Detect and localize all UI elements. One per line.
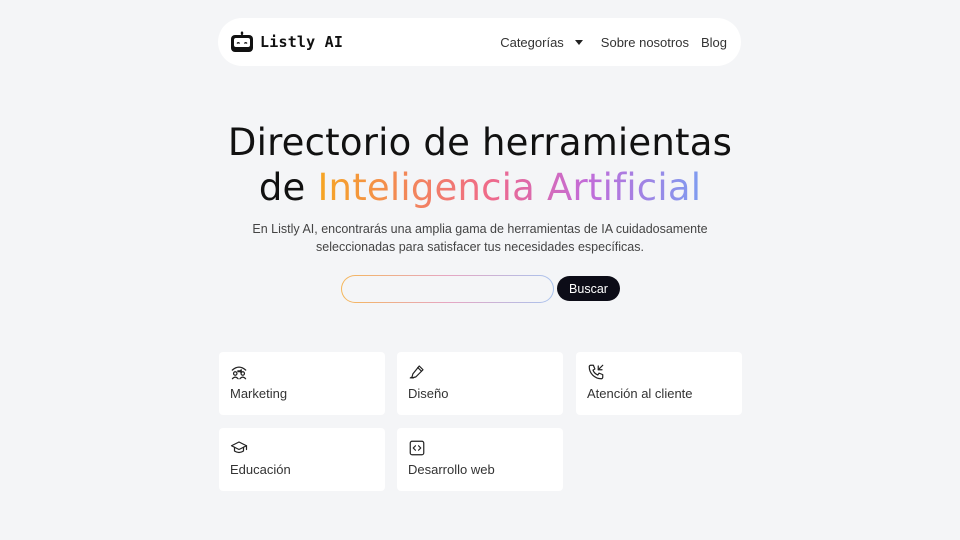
phone-incoming-icon	[588, 364, 604, 380]
search-input[interactable]	[342, 276, 553, 302]
category-card-marketing[interactable]: Marketing	[219, 352, 385, 415]
category-card-desarrollo-web[interactable]: Desarrollo web	[397, 428, 563, 491]
hero-title: Directorio de herramientas de Inteligenc…	[0, 120, 960, 210]
category-card-atencion-cliente[interactable]: Atención al cliente	[576, 352, 742, 415]
hero-title-highlight: Inteligencia Artificial	[317, 166, 702, 209]
code-icon	[409, 440, 425, 456]
pen-icon	[409, 365, 424, 379]
nav-categories-label: Categorías	[500, 34, 564, 50]
brand-name: Listly AI	[260, 33, 344, 51]
hero-title-line1: Directorio de herramientas	[227, 121, 733, 164]
search-button[interactable]: Buscar	[557, 276, 620, 301]
navbar: Listly AI Categorías Sobre nosotros Blog	[218, 18, 741, 66]
nav-blog-link[interactable]: Blog	[701, 35, 727, 50]
category-card-educacion[interactable]: Educación	[219, 428, 385, 491]
hero-description-line2: seleccionadas para satisfacer tus necesi…	[316, 240, 644, 254]
main-nav: Categorías Sobre nosotros Blog	[500, 35, 727, 50]
users-megaphone-icon	[231, 366, 247, 380]
category-card-diseno[interactable]: Diseño	[397, 352, 563, 415]
nav-categories-dropdown[interactable]: Categorías	[500, 35, 583, 50]
category-label: Atención al cliente	[587, 386, 693, 401]
brand-logo-link[interactable]: Listly AI	[230, 31, 343, 53]
category-label: Educación	[230, 462, 291, 477]
hero-description-line1: En Listly AI, encontrarás una amplia gam…	[252, 222, 708, 236]
category-label: Diseño	[408, 386, 449, 401]
page: Listly AI Categorías Sobre nosotros Blog…	[0, 0, 960, 540]
chevron-down-icon	[574, 40, 583, 45]
hero-title-prefix: de	[258, 166, 318, 209]
robot-icon	[231, 31, 253, 52]
nav-about-link[interactable]: Sobre nosotros	[601, 35, 689, 50]
search-field	[341, 275, 554, 303]
category-label: Marketing	[230, 386, 288, 401]
graduation-cap-icon	[230, 441, 248, 454]
category-label: Desarrollo web	[408, 462, 495, 477]
hero-description: En Listly AI, encontrarás una amplia gam…	[0, 220, 960, 256]
